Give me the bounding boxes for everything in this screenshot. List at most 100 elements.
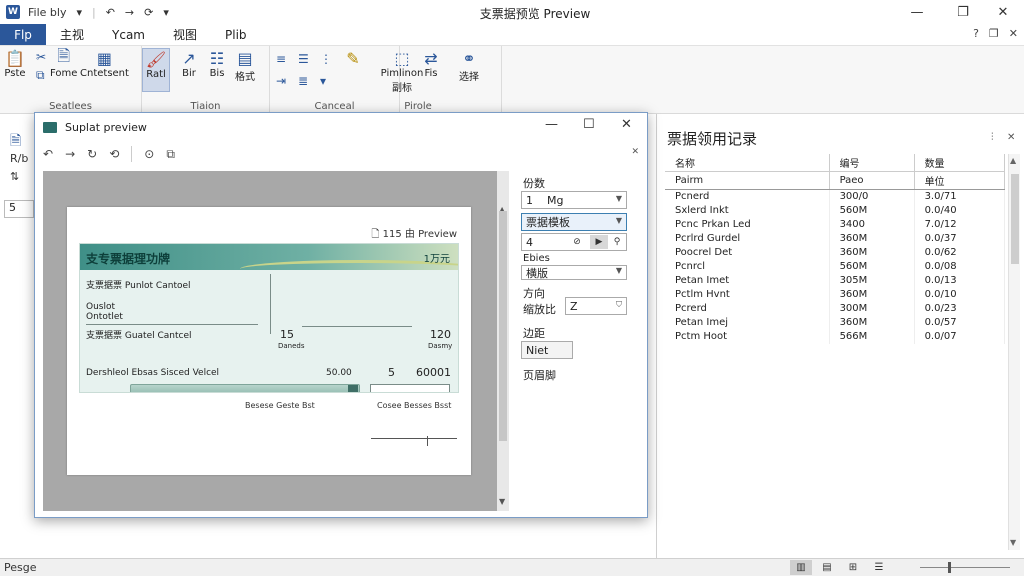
bis-button[interactable]: ☷ Bis bbox=[206, 48, 228, 80]
zoom-slider[interactable] bbox=[920, 567, 1010, 568]
margin-field[interactable]: Niet bbox=[521, 341, 573, 359]
stepper-icon[interactable]: ⊘ bbox=[568, 235, 586, 249]
align-button[interactable]: ▤ 格式 bbox=[234, 48, 256, 84]
tab-plib[interactable]: Plib bbox=[211, 24, 261, 45]
sort-icon[interactable]: ⇅ bbox=[10, 170, 19, 183]
scroll-thumb[interactable] bbox=[499, 211, 507, 441]
read-mode-icon[interactable]: ▤ bbox=[816, 560, 838, 575]
table-cell: 0.0/10 bbox=[914, 287, 1006, 302]
tab-file[interactable]: Flp bbox=[0, 24, 46, 45]
help-icon[interactable]: ? bbox=[973, 27, 979, 40]
tab-ycam[interactable]: Ycam bbox=[98, 24, 159, 45]
column-header[interactable]: 名称 bbox=[665, 154, 830, 172]
outline-icon[interactable]: ☰ bbox=[868, 560, 890, 575]
web-layout-icon[interactable]: ⊞ bbox=[842, 560, 864, 575]
zoom-thumb[interactable] bbox=[948, 562, 951, 573]
undo-icon[interactable]: ↶ bbox=[43, 147, 53, 161]
zoom-icon[interactable]: ⊙ bbox=[144, 147, 154, 161]
align-center-icon[interactable]: ≣ bbox=[298, 74, 308, 88]
maximize-button[interactable]: ❐ bbox=[942, 0, 984, 24]
highlight-button[interactable]: ✎ bbox=[342, 48, 364, 68]
bottom-amount: 60001 bbox=[416, 366, 451, 379]
amount-bar-end bbox=[348, 385, 358, 392]
table-cell: 0.0/62 bbox=[914, 245, 1006, 260]
tab-view[interactable]: 视图 bbox=[159, 24, 211, 45]
table-row[interactable]: Pcnerd 300/0 3.0/71 bbox=[665, 189, 1006, 204]
table-cell: 300M bbox=[829, 301, 915, 316]
play-icon[interactable]: ▶ bbox=[590, 235, 608, 249]
column-header[interactable]: 数量 bbox=[914, 154, 1006, 172]
document-icon[interactable]: 🗎 bbox=[10, 130, 21, 154]
left-input[interactable]: 5 bbox=[4, 200, 34, 218]
format-button[interactable]: 🗎 Fome bbox=[50, 45, 77, 80]
close-button[interactable]: ✕ bbox=[982, 0, 1024, 24]
paste-button[interactable]: 📋 Pste bbox=[4, 48, 26, 80]
template-select[interactable]: 票据模板 ▼ bbox=[521, 213, 627, 231]
restore-icon[interactable]: ❐ bbox=[989, 27, 999, 40]
records-scrollbar[interactable]: ▲ ▼ bbox=[1008, 154, 1020, 550]
print-layout-icon[interactable]: ▥ bbox=[790, 560, 812, 575]
scale-field[interactable]: Z ⛉ bbox=[565, 297, 627, 315]
pages-field[interactable]: 4 ⊘ ▶ ⚲ bbox=[521, 233, 627, 251]
table-row[interactable]: Pcnc Prkan Led 3400 7.0/12 bbox=[665, 217, 1006, 232]
scroll-thumb[interactable] bbox=[1011, 174, 1019, 264]
column-header[interactable]: 编号 bbox=[829, 154, 915, 172]
redo-icon[interactable]: → bbox=[65, 147, 75, 161]
scroll-down-icon[interactable]: ▼ bbox=[1010, 538, 1016, 547]
table-row[interactable]: Pctm Hoot 566M 0.0/07 bbox=[665, 329, 1006, 344]
close-button[interactable]: ✕ bbox=[621, 117, 632, 132]
cut-icon[interactable]: ✂ bbox=[36, 50, 46, 64]
window-title: 支票据预览 Preview bbox=[479, 7, 591, 21]
table-row[interactable]: Petan Imet 305M 0.0/13 bbox=[665, 273, 1006, 288]
table-row[interactable]: Pcnrcl 560M 0.0/08 bbox=[665, 259, 1006, 274]
content-button[interactable]: ▦ Cntetsent bbox=[80, 48, 129, 80]
rotate-icon[interactable]: ↻ bbox=[87, 147, 97, 161]
refresh-icon[interactable]: ⟲ bbox=[109, 147, 119, 161]
search-icon[interactable]: ⚲ bbox=[608, 235, 626, 249]
tab-home[interactable]: 主视 bbox=[46, 24, 98, 45]
pin-icon[interactable]: ⫶ bbox=[991, 132, 994, 143]
minimize-button[interactable]: — bbox=[896, 0, 938, 24]
chevron-down-icon: ▼ bbox=[615, 266, 622, 275]
copies-label: 份数 bbox=[523, 177, 545, 190]
mid-note: Daneds bbox=[278, 342, 305, 350]
preview-scrollbar[interactable]: ▲ ▼ bbox=[497, 171, 509, 511]
maximize-button[interactable]: ☐ bbox=[583, 117, 595, 132]
line-spacing-icon[interactable]: ☰ bbox=[298, 52, 309, 66]
table-row[interactable]: Petan Imej 360M 0.0/57 bbox=[665, 315, 1006, 330]
table-row[interactable]: Poocrel Det 360M 0.0/62 bbox=[665, 245, 1006, 260]
copy-icon[interactable]: ⧉ bbox=[36, 68, 45, 83]
table-cell: Pcrlrd Gurdel bbox=[665, 231, 830, 246]
control-line-2: 支票据票 Guatel Cantcel bbox=[86, 331, 192, 341]
table-row[interactable]: Sxlerd Inkt 560M 0.0/40 bbox=[665, 203, 1006, 218]
pages-icon[interactable]: ⧉ bbox=[166, 147, 175, 162]
table-row[interactable]: Pctlm Hvnt 360M 0.0/10 bbox=[665, 287, 1006, 302]
close-icon[interactable]: ✕ bbox=[1007, 132, 1015, 143]
copies-select[interactable]: 1 Mg ▼ bbox=[521, 191, 627, 209]
bir-button[interactable]: ↗ Bir bbox=[178, 48, 200, 80]
scroll-up-icon[interactable]: ▲ bbox=[1010, 156, 1016, 165]
table-cell: 360M bbox=[829, 231, 915, 246]
margin-value: Niet bbox=[526, 343, 549, 357]
indent-icon[interactable]: ⇥ bbox=[276, 74, 286, 88]
document-icon: 🗎 bbox=[57, 45, 71, 65]
divider bbox=[270, 274, 271, 334]
table-row[interactable]: Pcrerd 300M 0.0/23 bbox=[665, 301, 1006, 316]
close-icon[interactable]: ✕ bbox=[1009, 27, 1018, 40]
rb-label: R/b bbox=[10, 152, 29, 165]
select-button[interactable]: ⚭ 选择 bbox=[458, 48, 480, 84]
table-row[interactable]: Pcrlrd Gurdel 360M 0.0/37 bbox=[665, 231, 1006, 246]
font-button[interactable]: 🖌 Ratl bbox=[142, 48, 170, 92]
font-label: Ratl bbox=[146, 69, 166, 80]
collapse-icon[interactable]: ✕ bbox=[631, 147, 639, 157]
align-left-icon[interactable]: ≡ bbox=[276, 52, 286, 66]
paper-select[interactable]: 横版 ▼ bbox=[521, 265, 627, 280]
numbering-icon[interactable]: ⋮ bbox=[320, 52, 332, 66]
chevron-down-icon[interactable]: ▾ bbox=[320, 74, 326, 88]
scroll-down-icon[interactable]: ▼ bbox=[499, 497, 505, 506]
dialog-title: Suplat preview bbox=[65, 120, 147, 134]
minimize-button[interactable]: — bbox=[545, 117, 558, 132]
copies-unit: Mg bbox=[547, 193, 564, 207]
fis-button[interactable]: ⇄ Fis bbox=[420, 48, 442, 80]
table-cell: Pcnrcl bbox=[665, 259, 830, 274]
